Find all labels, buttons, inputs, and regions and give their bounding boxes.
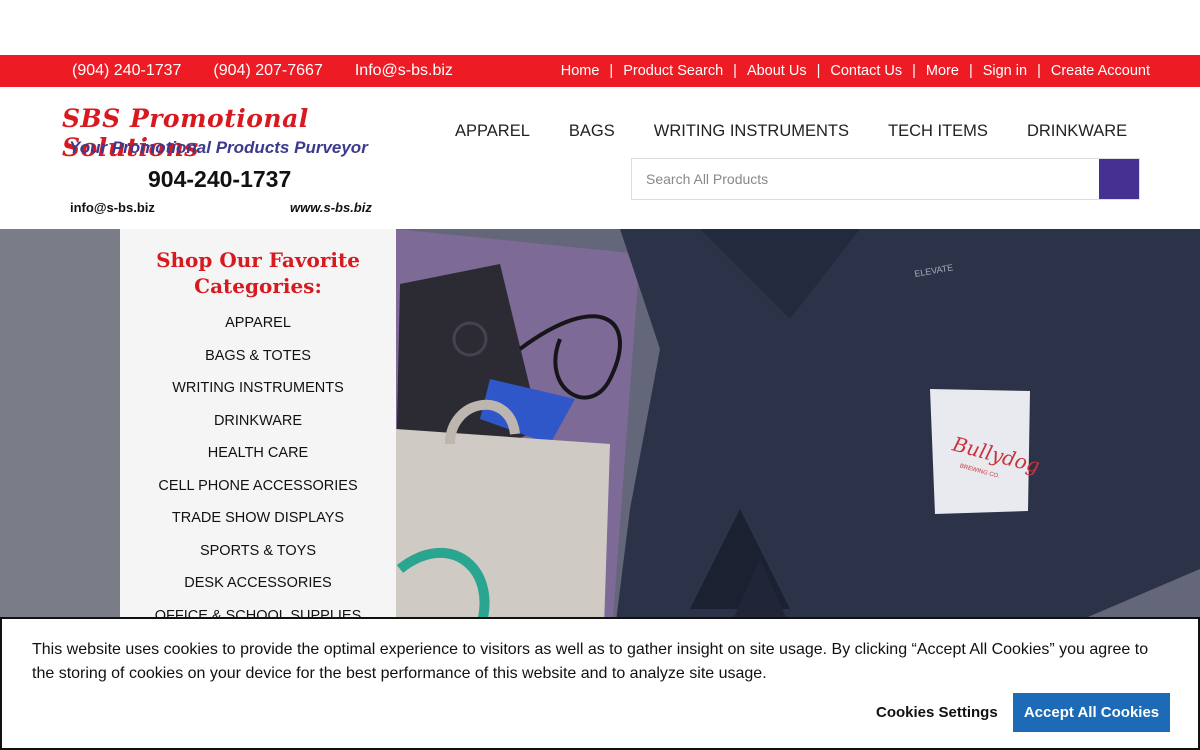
page: (904) 240-1737 (904) 207-7667 Info@s-bs.… [0, 0, 1200, 750]
search-button[interactable] [1099, 159, 1139, 199]
main-nav: APPAREL BAGS WRITING INSTRUMENTS TECH IT… [455, 122, 1166, 141]
sign-in-link[interactable]: Sign in [983, 63, 1027, 79]
cookie-banner: This website uses cookies to provide the… [0, 617, 1200, 750]
nav-tech-items[interactable]: TECH ITEMS [888, 122, 988, 141]
site-header: SBS Promotional Solutions Your Promotion… [0, 87, 1200, 229]
separator: | [912, 63, 916, 79]
logo-email: info@s-bs.biz [70, 200, 155, 215]
separator: | [816, 63, 821, 79]
logo-tagline: Your Promotional Products Purveyor [69, 138, 368, 157]
sidebar-title: Shop Our Favorite Categories: [156, 248, 360, 298]
nav-bags[interactable]: BAGS [569, 122, 615, 141]
category-sports-toys[interactable]: SPORTS & TOYS [120, 543, 396, 576]
category-writing-instruments[interactable]: WRITING INSTRUMENTS [120, 380, 396, 413]
category-health-care[interactable]: HEALTH CARE [120, 445, 396, 478]
separator: | [1037, 63, 1041, 79]
logo-website: www.s-bs.biz [290, 200, 372, 215]
category-bags-totes[interactable]: BAGS & TOTES [120, 348, 396, 381]
category-apparel[interactable]: APPAREL [120, 315, 396, 348]
separator: | [733, 63, 737, 79]
more-link[interactable]: More [926, 63, 959, 79]
phone-link-2[interactable]: (904) 207-7667 [213, 62, 322, 80]
contact-info: (904) 240-1737 (904) 207-7667 Info@s-bs.… [72, 55, 485, 87]
category-drinkware[interactable]: DRINKWARE [120, 413, 396, 446]
category-trade-show-displays[interactable]: TRADE SHOW DISPLAYS [120, 510, 396, 543]
search-input[interactable] [632, 159, 1100, 199]
phone-link-1[interactable]: (904) 240-1737 [72, 62, 181, 80]
top-bar: (904) 240-1737 (904) 207-7667 Info@s-bs.… [0, 55, 1200, 87]
home-link[interactable]: Home [561, 63, 600, 79]
nav-writing-instruments[interactable]: WRITING INSTRUMENTS [654, 122, 849, 141]
separator: | [609, 63, 614, 79]
nav-apparel[interactable]: APPAREL [455, 122, 530, 141]
create-account-link[interactable]: Create Account [1051, 63, 1150, 79]
email-link[interactable]: Info@s-bs.biz [355, 62, 453, 80]
search-box [631, 158, 1140, 200]
accept-all-cookies-button[interactable]: Accept All Cookies [1013, 693, 1170, 732]
about-us-link[interactable]: About Us [747, 63, 807, 79]
company-logo[interactable]: SBS Promotional Solutions Your Promotion… [60, 104, 390, 215]
nav-drinkware[interactable]: DRINKWARE [1027, 122, 1127, 141]
logo-phone: 904-240-1737 [148, 166, 292, 192]
cookies-settings-button[interactable]: Cookies Settings [876, 704, 998, 721]
cookie-message: This website uses cookies to provide the… [32, 641, 1149, 682]
product-search-link[interactable]: Product Search [623, 63, 723, 79]
utility-links: Home | Product Search | About Us | Conta… [561, 55, 1150, 87]
category-cell-phone-accessories[interactable]: CELL PHONE ACCESSORIES [120, 478, 396, 511]
category-list: APPAREL BAGS & TOTES WRITING INSTRUMENTS… [120, 315, 396, 640]
contact-us-link[interactable]: Contact Us [830, 63, 902, 79]
separator: | [968, 63, 973, 79]
category-sidebar: Shop Our Favorite Categories: APPAREL BA… [120, 229, 396, 629]
category-desk-accessories[interactable]: DESK ACCESSORIES [120, 575, 396, 608]
